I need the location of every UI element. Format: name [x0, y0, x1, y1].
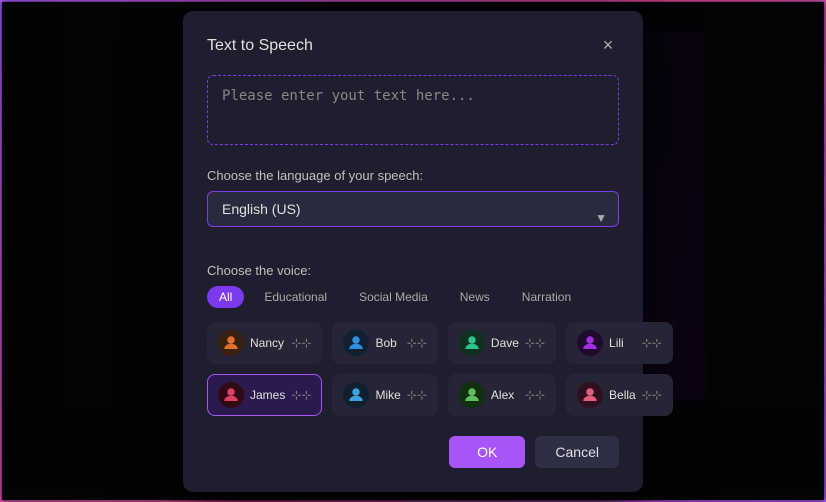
- voice-filter-tabs: All Educational Social Media News Narrat…: [207, 286, 619, 308]
- voice-name-dave: Dave: [491, 336, 519, 350]
- modal-title: Text to Speech: [207, 37, 313, 55]
- voice-avatar-bob: [343, 330, 369, 356]
- voice-item-bella[interactable]: Bella ⊹⊹: [566, 374, 673, 416]
- app-background: Text to Speech × Choose the language of …: [0, 0, 826, 502]
- speech-text-input[interactable]: [207, 75, 619, 145]
- voice-avatar-james: [218, 382, 244, 408]
- voice-item-lili[interactable]: Lili ⊹⊹: [566, 322, 673, 364]
- language-select-wrapper: English (US) English (UK) Spanish French…: [207, 191, 619, 245]
- voice-name-bob: Bob: [375, 336, 400, 350]
- voice-avatar-nancy: [218, 330, 244, 356]
- voice-name-mike: Mike: [375, 388, 400, 402]
- voice-name-nancy: Nancy: [250, 336, 285, 350]
- modal-header: Text to Speech ×: [207, 35, 619, 57]
- voice-item-nancy[interactable]: Nancy ⊹⊹: [207, 322, 322, 364]
- voice-wave-dave: ⊹⊹: [525, 336, 545, 350]
- voice-label: Choose the voice:: [207, 263, 619, 278]
- voice-wave-bob: ⊹⊹: [407, 336, 427, 350]
- voice-name-bella: Bella: [609, 388, 636, 402]
- voice-item-mike[interactable]: Mike ⊹⊹: [332, 374, 437, 416]
- cancel-button[interactable]: Cancel: [535, 436, 619, 468]
- voice-grid: Nancy ⊹⊹ Bob ⊹⊹ Dave ⊹⊹: [207, 322, 619, 416]
- voice-name-lili: Lili: [609, 336, 636, 350]
- voice-item-bob[interactable]: Bob ⊹⊹: [332, 322, 437, 364]
- voice-avatar-bella: [577, 382, 603, 408]
- ok-button[interactable]: OK: [449, 436, 525, 468]
- modal-backdrop: Text to Speech × Choose the language of …: [2, 2, 824, 500]
- filter-tab-narration[interactable]: Narration: [510, 286, 583, 308]
- voice-item-dave[interactable]: Dave ⊹⊹: [448, 322, 556, 364]
- voice-avatar-mike: [343, 382, 369, 408]
- language-label: Choose the language of your speech:: [207, 168, 619, 183]
- close-button[interactable]: ×: [597, 35, 619, 57]
- voice-wave-lili: ⊹⊹: [642, 336, 662, 350]
- voice-avatar-dave: [459, 330, 485, 356]
- text-to-speech-modal: Text to Speech × Choose the language of …: [183, 11, 643, 492]
- voice-name-james: James: [250, 388, 285, 402]
- language-select[interactable]: English (US) English (UK) Spanish French…: [207, 191, 619, 227]
- voice-wave-alex: ⊹⊹: [525, 388, 545, 402]
- filter-tab-educational[interactable]: Educational: [252, 286, 339, 308]
- voice-wave-mike: ⊹⊹: [407, 388, 427, 402]
- voice-avatar-lili: [577, 330, 603, 356]
- voice-item-james[interactable]: James ⊹⊹: [207, 374, 322, 416]
- voice-wave-james: ⊹⊹: [291, 388, 311, 402]
- voice-avatar-alex: [459, 382, 485, 408]
- filter-tab-news[interactable]: News: [448, 286, 502, 308]
- filter-tab-social-media[interactable]: Social Media: [347, 286, 440, 308]
- filter-tab-all[interactable]: All: [207, 286, 244, 308]
- modal-footer: OK Cancel: [207, 436, 619, 468]
- voice-wave-nancy: ⊹⊹: [291, 336, 311, 350]
- voice-name-alex: Alex: [491, 388, 519, 402]
- voice-wave-bella: ⊹⊹: [642, 388, 662, 402]
- voice-item-alex[interactable]: Alex ⊹⊹: [448, 374, 556, 416]
